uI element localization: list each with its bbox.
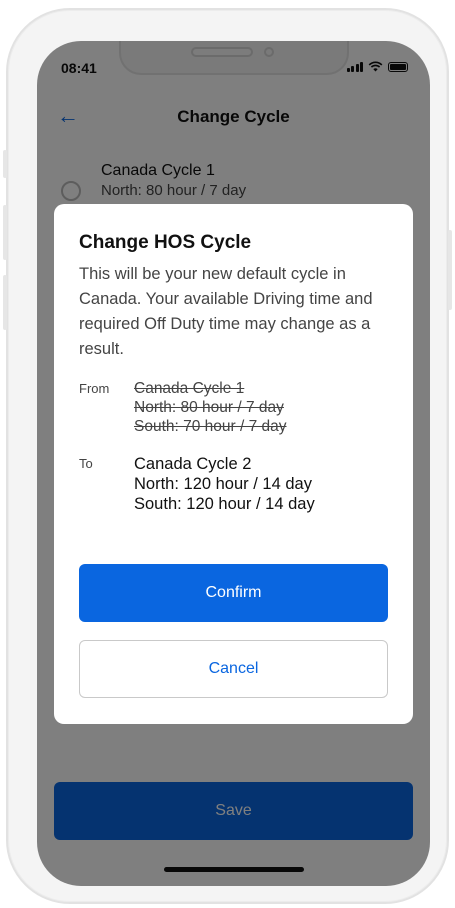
side-button [3, 150, 7, 178]
change-hos-cycle-dialog: Change HOS Cycle This will be your new d… [54, 204, 413, 724]
cancel-button[interactable]: Cancel [79, 640, 388, 698]
power-button [448, 230, 452, 310]
dialog-title: Change HOS Cycle [79, 232, 252, 253]
to-cycle-name: Canada Cycle 2 [134, 455, 252, 473]
from-cycle-south: South: 70 hour / 7 day [134, 418, 287, 435]
from-cycle: Canada Cycle 1 North: 80 hour / 7 day So… [134, 379, 287, 436]
confirm-button[interactable]: Confirm [79, 564, 388, 622]
from-cycle-north: North: 80 hour / 7 day [134, 399, 284, 416]
from-cycle-name: Canada Cycle 1 [134, 380, 245, 397]
to-cycle-north: North: 120 hour / 14 day [134, 475, 312, 493]
screen: 08:41 ← Change Cycle Canada Cycle 1 Nort… [37, 41, 430, 886]
to-cycle: Canada Cycle 2 North: 120 hour / 14 day … [134, 454, 315, 514]
dialog-body: This will be your new default cycle in C… [79, 265, 373, 358]
volume-up-button [3, 205, 7, 260]
volume-down-button [3, 275, 7, 330]
to-label: To [79, 456, 93, 471]
from-label: From [79, 381, 110, 396]
to-cycle-south: South: 120 hour / 14 day [134, 495, 315, 513]
